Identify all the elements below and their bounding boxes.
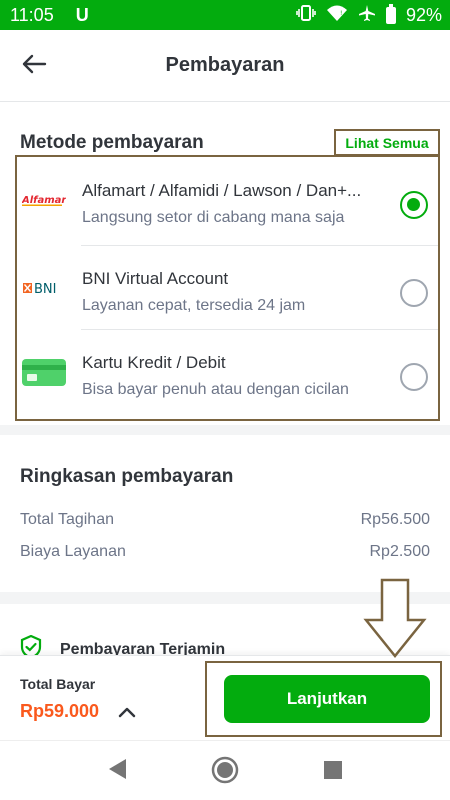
summary-value: Rp2.500 [369,543,431,560]
section-divider [0,425,450,435]
method-description: Langsung setor di cabang mana saja [82,209,345,226]
payment-method-bni[interactable]: BNI BNI Virtual Account Layanan cepat, t… [17,245,438,329]
airplane-icon [358,4,376,27]
nav-back-icon[interactable] [106,757,128,786]
battery-icon [385,3,396,24]
summary-label: Biaya Layanan [20,543,126,560]
total-value: Rp59.000 [20,701,100,721]
method-name: BNI Virtual Account [82,269,229,288]
down-arrow-annotation-icon [362,578,428,665]
nav-home-icon[interactable] [210,755,240,790]
method-description: Layanan cepat, tersedia 24 jam [82,297,306,314]
summary-row: Biaya Layanan Rp2.500 [20,543,430,561]
status-time: 11:05 [10,4,54,25]
bni-logo: BNI [21,273,67,303]
method-description: Bisa bayar penuh atau dengan cicilan [82,381,349,398]
wifi-icon: ! [326,4,348,27]
total-label: Total Bayar [20,676,96,692]
radio-unselected[interactable] [400,279,428,307]
method-name: Alfamart / Alfamidi / Lawson / Dan+... [82,181,362,200]
continue-button[interactable]: Lanjutkan [224,675,430,723]
svg-text:BNI: BNI [34,282,56,297]
app-notification-icon: U [75,4,89,25]
vibrate-icon [296,4,316,27]
radio-selected[interactable] [400,191,428,219]
battery-level: 92% [405,4,442,25]
radio-unselected[interactable] [400,363,428,391]
status-bar: 11:05 U ! 92% [0,0,450,30]
checkout-bar: Total Bayar Rp59.000 Lanjutkan [0,655,450,740]
summary-label: Total Tagihan [20,511,114,528]
payment-method-alfamart[interactable]: Alfamart Alfamart / Alfamidi / Lawson / … [17,157,438,241]
payment-summary-title: Ringkasan pembayaran [20,466,234,487]
alfamart-logo: Alfamart [21,185,67,215]
payment-methods-title: Metode pembayaran [20,132,204,153]
chevron-up-icon[interactable] [118,705,136,723]
method-name: Kartu Kredit / Debit [82,353,226,372]
app-header: Pembayaran [0,30,450,102]
svg-text:Alfamart: Alfamart [22,195,66,206]
payment-methods-list: Alfamart Alfamart / Alfamidi / Lawson / … [15,155,440,421]
system-nav-bar [0,740,450,800]
svg-text:!: ! [340,10,342,17]
see-all-link[interactable]: Lihat Semua [334,129,440,156]
nav-recents-icon[interactable] [322,759,344,786]
summary-row: Total Tagihan Rp56.500 [20,511,430,529]
page-title: Pembayaran [165,54,285,76]
payment-method-credit-card[interactable]: Kartu Kredit / Debit Bisa bayar penuh at… [17,329,438,413]
summary-value: Rp56.500 [360,511,430,528]
credit-card-icon [21,357,67,387]
